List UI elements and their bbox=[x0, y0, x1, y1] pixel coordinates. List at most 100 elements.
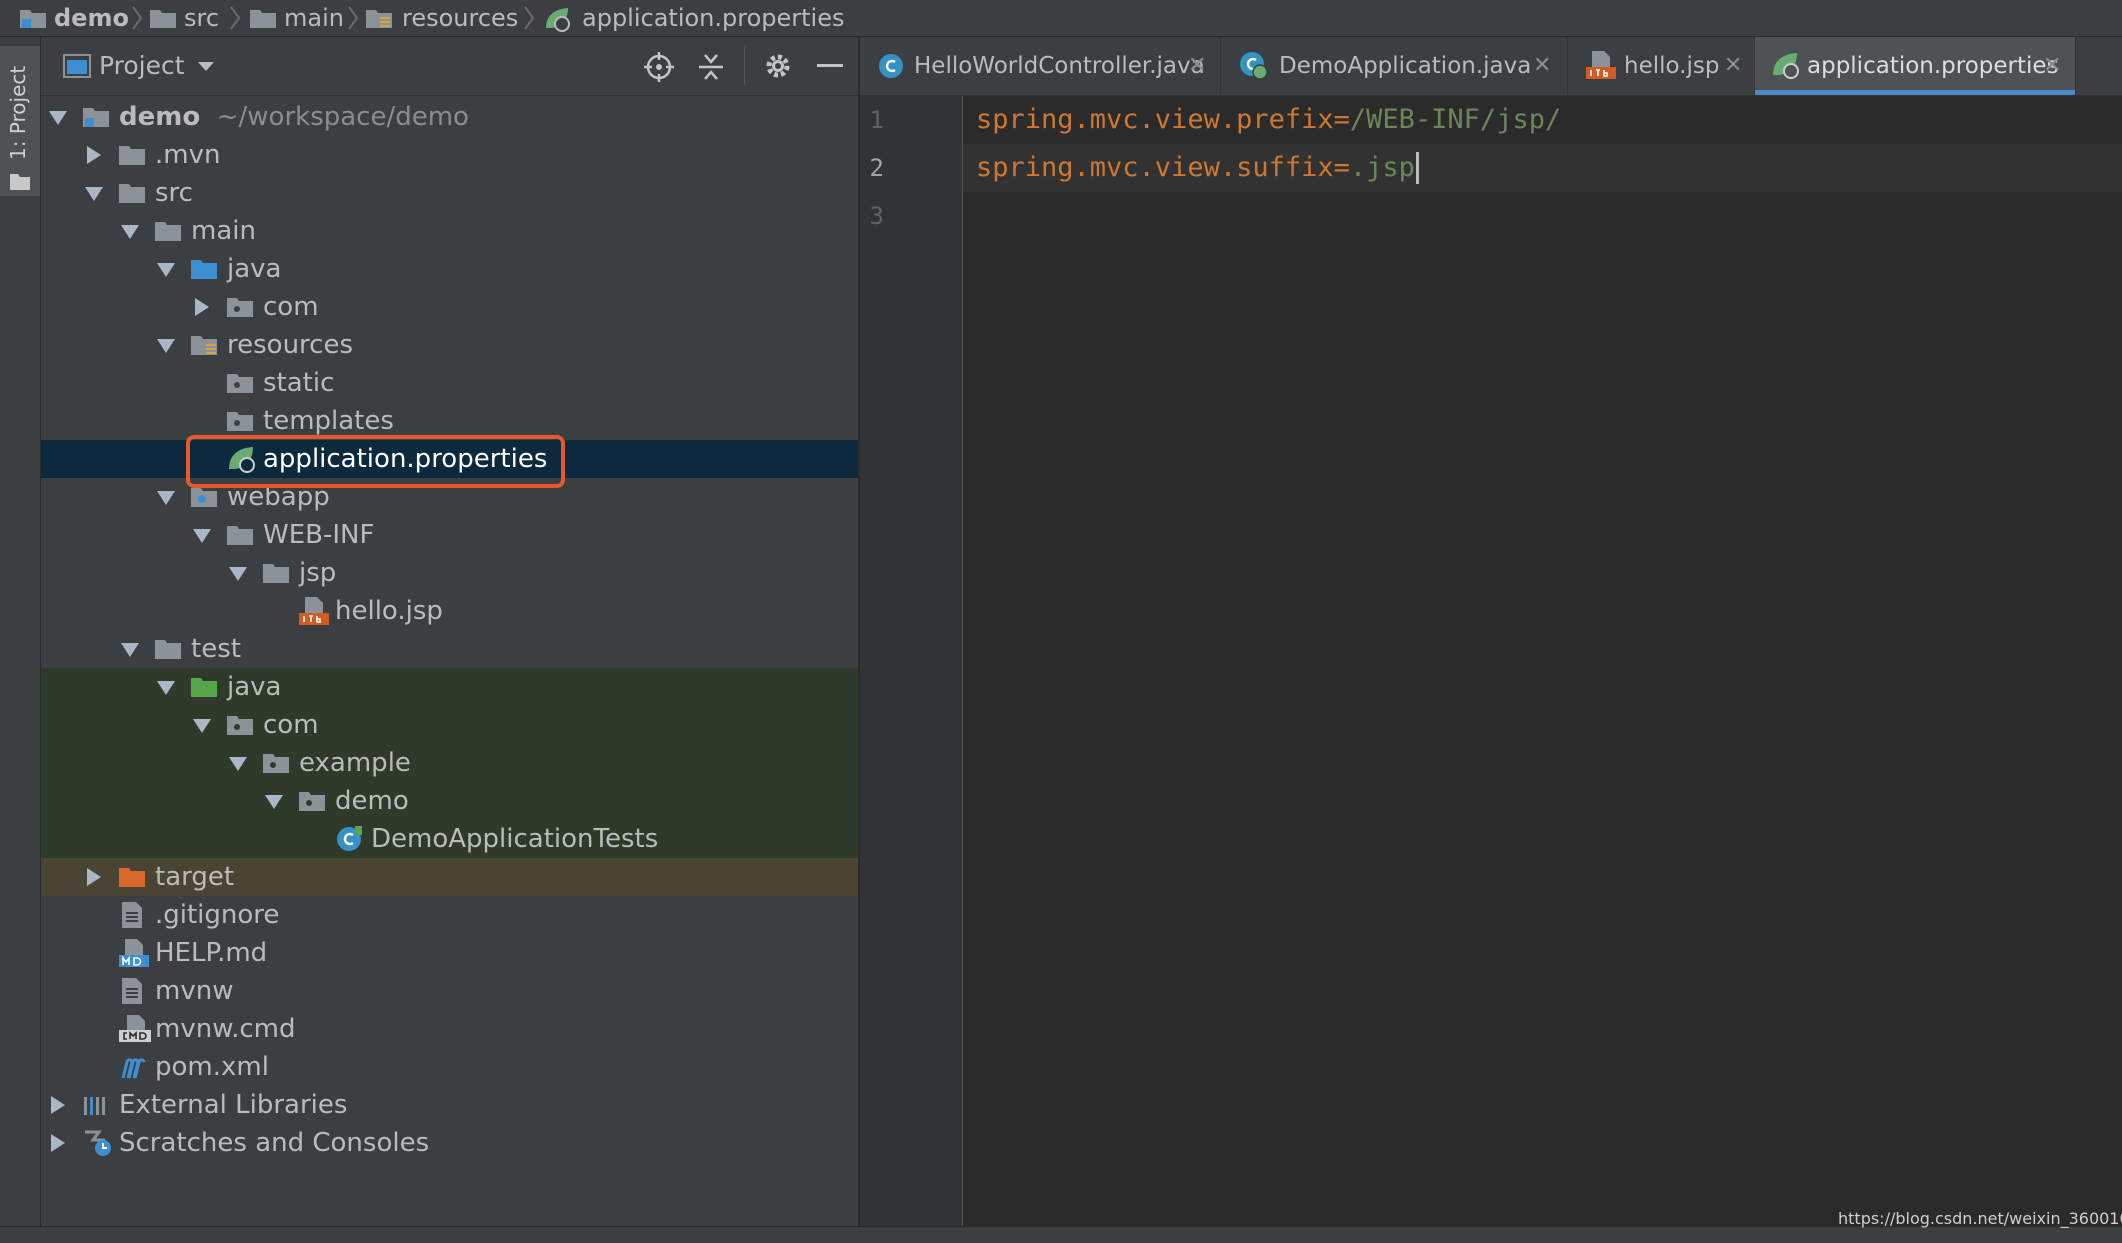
tree-item-example[interactable]: example bbox=[41, 744, 858, 782]
collapsed-arrow-icon[interactable] bbox=[51, 1134, 65, 1152]
tree-item-mvn[interactable]: .mvn bbox=[41, 136, 858, 174]
editor-gutter[interactable] bbox=[860, 96, 963, 1226]
tree-item-test[interactable]: test bbox=[41, 630, 858, 668]
expanded-arrow-icon[interactable] bbox=[121, 643, 139, 657]
folder-icon bbox=[119, 184, 145, 203]
collapsed-arrow-icon[interactable] bbox=[87, 146, 101, 164]
tree-item-label: External Libraries bbox=[119, 1090, 348, 1120]
tree-item-test-java[interactable]: java bbox=[41, 668, 858, 706]
tree-item-test-demo[interactable]: demo bbox=[41, 782, 858, 820]
tree-item-mvnw[interactable]: mvnw bbox=[41, 972, 858, 1010]
project-view-icon bbox=[63, 54, 91, 78]
package-folder-icon bbox=[227, 298, 253, 317]
tree-item-label: static bbox=[263, 368, 335, 398]
expanded-arrow-icon[interactable] bbox=[265, 795, 283, 809]
tree-item-pom-xml[interactable]: pom.xml bbox=[41, 1048, 858, 1086]
code-editor[interactable] bbox=[963, 96, 2122, 1226]
breadcrumb-src[interactable]: src bbox=[184, 2, 219, 34]
expanded-arrow-icon[interactable] bbox=[157, 491, 175, 505]
tree-item-label: mvnw.cmd bbox=[155, 1014, 296, 1044]
expanded-arrow-icon[interactable] bbox=[193, 719, 211, 733]
line-number: 1 bbox=[869, 106, 884, 134]
tree-item-label: Scratches and Consoles bbox=[119, 1128, 430, 1158]
collapsed-arrow-icon[interactable] bbox=[195, 298, 209, 316]
java-class-icon bbox=[337, 826, 362, 851]
expanded-arrow-icon[interactable] bbox=[229, 757, 247, 771]
close-icon[interactable]: ✕ bbox=[1188, 51, 1206, 81]
package-folder-icon bbox=[263, 754, 289, 773]
tree-item-java[interactable]: java bbox=[41, 250, 858, 288]
tree-item-demo-application-tests[interactable]: DemoApplicationTests bbox=[41, 820, 858, 858]
tree-item-label: target bbox=[155, 862, 235, 892]
watermark-text: https://blog.csdn.net/weixin_36001063 bbox=[1838, 1209, 2122, 1228]
tree-item-hello-jsp[interactable]: hello.jsp bbox=[41, 592, 858, 630]
expanded-arrow-icon[interactable] bbox=[229, 567, 247, 581]
collapsed-arrow-icon[interactable] bbox=[51, 1096, 65, 1114]
text-file-icon bbox=[122, 978, 142, 1004]
folder-icon bbox=[227, 526, 253, 545]
libraries-icon bbox=[84, 1097, 105, 1115]
code-line[interactable]: spring.mvc.view.prefix=/WEB-INF/jsp/ bbox=[976, 96, 1561, 144]
expanded-arrow-icon[interactable] bbox=[49, 111, 67, 125]
module-folder-icon bbox=[83, 108, 109, 127]
minimize-icon[interactable] bbox=[817, 63, 843, 69]
property-key: spring.mvc.view.prefix bbox=[976, 104, 1334, 135]
tree-item-static[interactable]: static bbox=[41, 364, 858, 402]
tree-item-help-md[interactable]: HELP.md bbox=[41, 934, 858, 972]
tree-item-label: pom.xml bbox=[155, 1052, 269, 1082]
collapse-all-icon[interactable] bbox=[697, 52, 725, 82]
tab-label: DemoApplication.java bbox=[1279, 53, 1532, 79]
breadcrumb-application-properties[interactable]: application.properties bbox=[582, 2, 845, 34]
tree-item-scratches-and-consoles[interactable]: Scratches and Consoles bbox=[41, 1124, 858, 1162]
expanded-arrow-icon[interactable] bbox=[85, 187, 103, 201]
project-panel-title[interactable]: Project bbox=[99, 49, 185, 83]
close-icon[interactable]: ✕ bbox=[2043, 51, 2061, 81]
tab-hello-jsp[interactable]: hello.jsp ✕ bbox=[1568, 37, 1755, 95]
expanded-arrow-icon[interactable] bbox=[121, 225, 139, 239]
text-caret bbox=[1415, 152, 1419, 184]
tree-item-jsp[interactable]: jsp bbox=[41, 554, 858, 592]
code-line[interactable]: spring.mvc.view.suffix=.jsp bbox=[976, 144, 1415, 192]
project-tool-window-label[interactable]: 1: Project bbox=[6, 66, 30, 160]
tree-item-demo[interactable]: demo ~/workspace/demo bbox=[41, 98, 858, 136]
active-tab-indicator bbox=[1755, 90, 2075, 95]
chevron-down-icon[interactable] bbox=[197, 61, 215, 73]
breadcrumb-demo[interactable]: demo bbox=[54, 2, 129, 34]
tree-item-label: java bbox=[227, 672, 282, 702]
tree-item-test-com[interactable]: com bbox=[41, 706, 858, 744]
expanded-arrow-icon[interactable] bbox=[157, 263, 175, 277]
tree-item-label: DemoApplicationTests bbox=[371, 824, 659, 854]
tree-item-web-inf[interactable]: WEB-INF bbox=[41, 516, 858, 554]
tree-item-label: mvnw bbox=[155, 976, 234, 1006]
close-icon[interactable]: ✕ bbox=[1533, 51, 1551, 81]
locate-file-icon[interactable] bbox=[644, 52, 674, 82]
property-separator: = bbox=[1333, 152, 1350, 183]
line-number: 2 bbox=[869, 154, 884, 182]
tab-helloworldcontroller-java[interactable]: HelloWorldController.java ✕ bbox=[860, 37, 1221, 95]
close-icon[interactable]: ✕ bbox=[1724, 51, 1742, 81]
tree-item-mvnw-cmd[interactable]: mvnw.cmd bbox=[41, 1010, 858, 1048]
tree-item-com[interactable]: com bbox=[41, 288, 858, 326]
expanded-arrow-icon[interactable] bbox=[157, 681, 175, 695]
tree-item-target[interactable]: target bbox=[41, 858, 858, 896]
folder-icon bbox=[10, 174, 30, 190]
property-key: spring.mvc.view.suffix bbox=[976, 152, 1334, 183]
tab-label: HelloWorldController.java bbox=[914, 53, 1205, 79]
collapsed-arrow-icon[interactable] bbox=[87, 868, 101, 886]
breadcrumb-main[interactable]: main bbox=[284, 2, 344, 34]
tab-application-properties[interactable]: application.properties ✕ bbox=[1755, 37, 2076, 95]
expanded-arrow-icon[interactable] bbox=[193, 529, 211, 543]
tree-item-label: jsp bbox=[299, 558, 337, 588]
tree-item-src[interactable]: src bbox=[41, 174, 858, 212]
breadcrumb-resources[interactable]: resources bbox=[402, 2, 518, 34]
test-source-folder-icon bbox=[191, 678, 217, 697]
tree-item-external-libraries[interactable]: External Libraries bbox=[41, 1086, 858, 1124]
expanded-arrow-icon[interactable] bbox=[157, 339, 175, 353]
tree-item-gitignore[interactable]: .gitignore bbox=[41, 896, 858, 934]
tree-item-main[interactable]: main bbox=[41, 212, 858, 250]
folder-icon bbox=[150, 10, 176, 28]
tree-item-label: example bbox=[299, 748, 411, 778]
gear-icon[interactable] bbox=[763, 51, 793, 81]
tab-demoapplication-java[interactable]: DemoApplication.java ✕ bbox=[1221, 37, 1568, 95]
tree-item-resources[interactable]: resources bbox=[41, 326, 858, 364]
